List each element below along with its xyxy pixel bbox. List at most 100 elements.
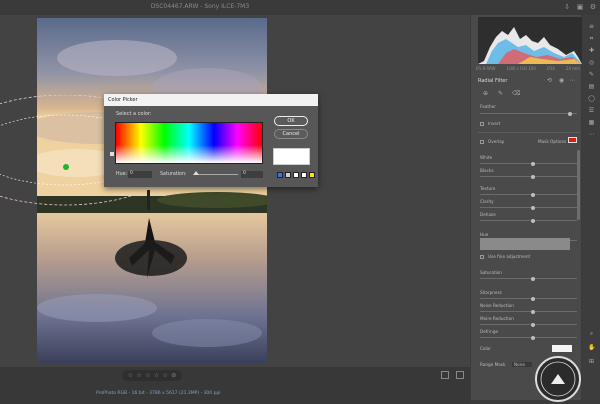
hue-gradient-bar[interactable] — [480, 238, 570, 250]
reset-icon[interactable]: ⟲ — [546, 77, 553, 84]
eraser-icon[interactable]: ⌫ — [512, 90, 520, 97]
adjustment-slider[interactable] — [480, 161, 577, 166]
slider-knob[interactable] — [531, 205, 535, 210]
crop-icon[interactable]: ⌗ — [588, 35, 595, 42]
ok-button[interactable]: OK — [274, 116, 308, 126]
filmstrip-bar — [0, 367, 470, 383]
invert-label: Invert — [488, 121, 501, 126]
fullscreen-icon[interactable]: ▣ — [576, 3, 584, 11]
panel-scrollbar[interactable] — [577, 150, 580, 220]
feather-slider[interactable] — [480, 111, 577, 116]
slider-label: Texture — [480, 186, 496, 191]
slider-label: Hue — [480, 232, 489, 237]
mask-options-label: Mask Options — [538, 139, 567, 144]
slider-knob[interactable] — [531, 276, 535, 281]
adjustment-slider[interactable] — [480, 322, 577, 327]
adjustment-slider[interactable] — [480, 218, 577, 223]
slider-label: Saturation — [480, 270, 502, 275]
saturation-label: Saturation: — [160, 172, 187, 177]
slider-knob[interactable] — [531, 322, 535, 327]
new-filter-icon[interactable]: ⊕ — [482, 90, 489, 97]
more-tools-icon[interactable]: ⋯ — [588, 131, 595, 138]
heal-icon[interactable]: ✚ — [588, 47, 595, 54]
adjustment-slider[interactable] — [480, 174, 577, 179]
select-color-label: Select a color: — [116, 111, 152, 117]
overlay-checkbox[interactable] — [480, 140, 484, 144]
range-mask-select[interactable]: None — [512, 362, 532, 367]
brush-icon[interactable]: ✎ — [497, 90, 504, 97]
star-icon[interactable]: ☆ — [145, 372, 150, 379]
adjustment-slider[interactable] — [480, 205, 577, 210]
slider-knob[interactable] — [531, 218, 535, 223]
zoom-icon[interactable]: ⌕ — [588, 330, 595, 337]
visibility-icon[interactable]: ◉ — [558, 77, 565, 84]
dialog-title: Color Picker — [104, 94, 318, 106]
slider-knob[interactable] — [568, 111, 572, 116]
radial-icon[interactable]: ◯ — [588, 95, 595, 102]
more-icon[interactable]: ⋯ — [569, 77, 576, 84]
slider-knob[interactable] — [531, 174, 535, 179]
slider-label: Noise Reduction — [480, 303, 514, 308]
brush-tool-icon[interactable]: ✎ — [588, 71, 595, 78]
filter-pin[interactable] — [63, 164, 69, 170]
save-icon[interactable]: ⇩ — [563, 3, 571, 11]
color-swatch[interactable] — [301, 172, 307, 178]
slider-knob[interactable] — [531, 335, 535, 340]
presets-icon[interactable]: ☰ — [588, 107, 595, 114]
slider-label: Sharpness — [480, 290, 502, 295]
cancel-button[interactable]: Cancel — [274, 129, 308, 139]
adjustment-slider[interactable] — [480, 335, 577, 340]
status-bar — [0, 383, 470, 404]
color-swatch[interactable] — [309, 172, 315, 178]
adjustment-slider[interactable] — [480, 296, 577, 301]
star-icon[interactable]: ☆ — [154, 372, 159, 379]
saturation-input[interactable]: 0 — [241, 171, 263, 178]
star-icon[interactable]: ☆ — [136, 372, 141, 379]
color-swatch[interactable] — [293, 172, 299, 178]
slider-knob[interactable] — [531, 161, 535, 166]
star-icon[interactable]: ☆ — [163, 372, 168, 379]
star-rating[interactable]: ☆ ☆ ☆ ☆ ☆ ⊘ — [122, 370, 182, 381]
color-swatch[interactable] — [552, 345, 572, 352]
color-swatch[interactable] — [285, 172, 291, 178]
gradient-icon[interactable]: ▤ — [588, 83, 595, 90]
feather-label: Feather — [480, 104, 496, 109]
snapshots-icon[interactable]: ▦ — [588, 119, 595, 126]
invert-checkbox[interactable] — [480, 122, 484, 126]
hue-input[interactable]: 0 — [128, 171, 152, 178]
toggle-sampler-icon[interactable]: ⊞ — [588, 358, 595, 365]
hue-label: Hue: — [116, 172, 128, 177]
hand-icon[interactable]: ✋ — [588, 344, 595, 351]
saturation-slider[interactable] — [194, 174, 238, 175]
title-bar: DSC04467.ARW - Sony ILCE-7M3 ⇩ ▣ ⚙ — [0, 0, 600, 15]
slider-label: Blacks — [480, 168, 494, 173]
watermark-badge — [535, 356, 581, 402]
adjustment-slider[interactable] — [480, 192, 577, 197]
redeye-icon[interactable]: ◎ — [588, 59, 595, 66]
slider-knob[interactable] — [531, 309, 535, 314]
single-view-icon[interactable] — [441, 371, 449, 379]
spectrum-marker[interactable] — [110, 152, 114, 156]
slider-label: Clarity — [480, 199, 494, 204]
saturation-knob[interactable] — [193, 171, 199, 175]
camera-raw-window: DSC04467.ARW - Sony ILCE-7M3 ⇩ ▣ ⚙ ☆ ☆ ☆… — [0, 0, 600, 404]
mask-color-swatch[interactable] — [568, 137, 577, 143]
use-fine-label: Use fine adjustment — [488, 254, 531, 259]
slider-knob[interactable] — [531, 296, 535, 301]
fine-adjust-checkbox[interactable] — [480, 255, 484, 259]
adjustment-slider[interactable] — [480, 309, 577, 314]
compare-view-icon[interactable] — [456, 371, 464, 379]
settings-gear-icon[interactable]: ⚙ — [589, 3, 597, 11]
slider-label: White — [480, 155, 493, 160]
edit-icon[interactable]: ≡ — [588, 23, 595, 30]
slider-knob[interactable] — [531, 192, 535, 197]
color-spectrum[interactable] — [115, 122, 263, 164]
reject-icon[interactable]: ⊘ — [171, 372, 176, 379]
color-swatch[interactable] — [277, 172, 283, 178]
color-preview — [273, 148, 310, 165]
workflow-options-link[interactable]: ProPhoto RGB - 16 bit - 3786 x 5617 (21.… — [96, 391, 221, 396]
panel-title: Radial Filter — [478, 78, 508, 84]
adjustment-slider[interactable] — [480, 276, 577, 281]
slider-label: Defringe — [480, 329, 499, 334]
star-icon[interactable]: ☆ — [128, 372, 133, 379]
